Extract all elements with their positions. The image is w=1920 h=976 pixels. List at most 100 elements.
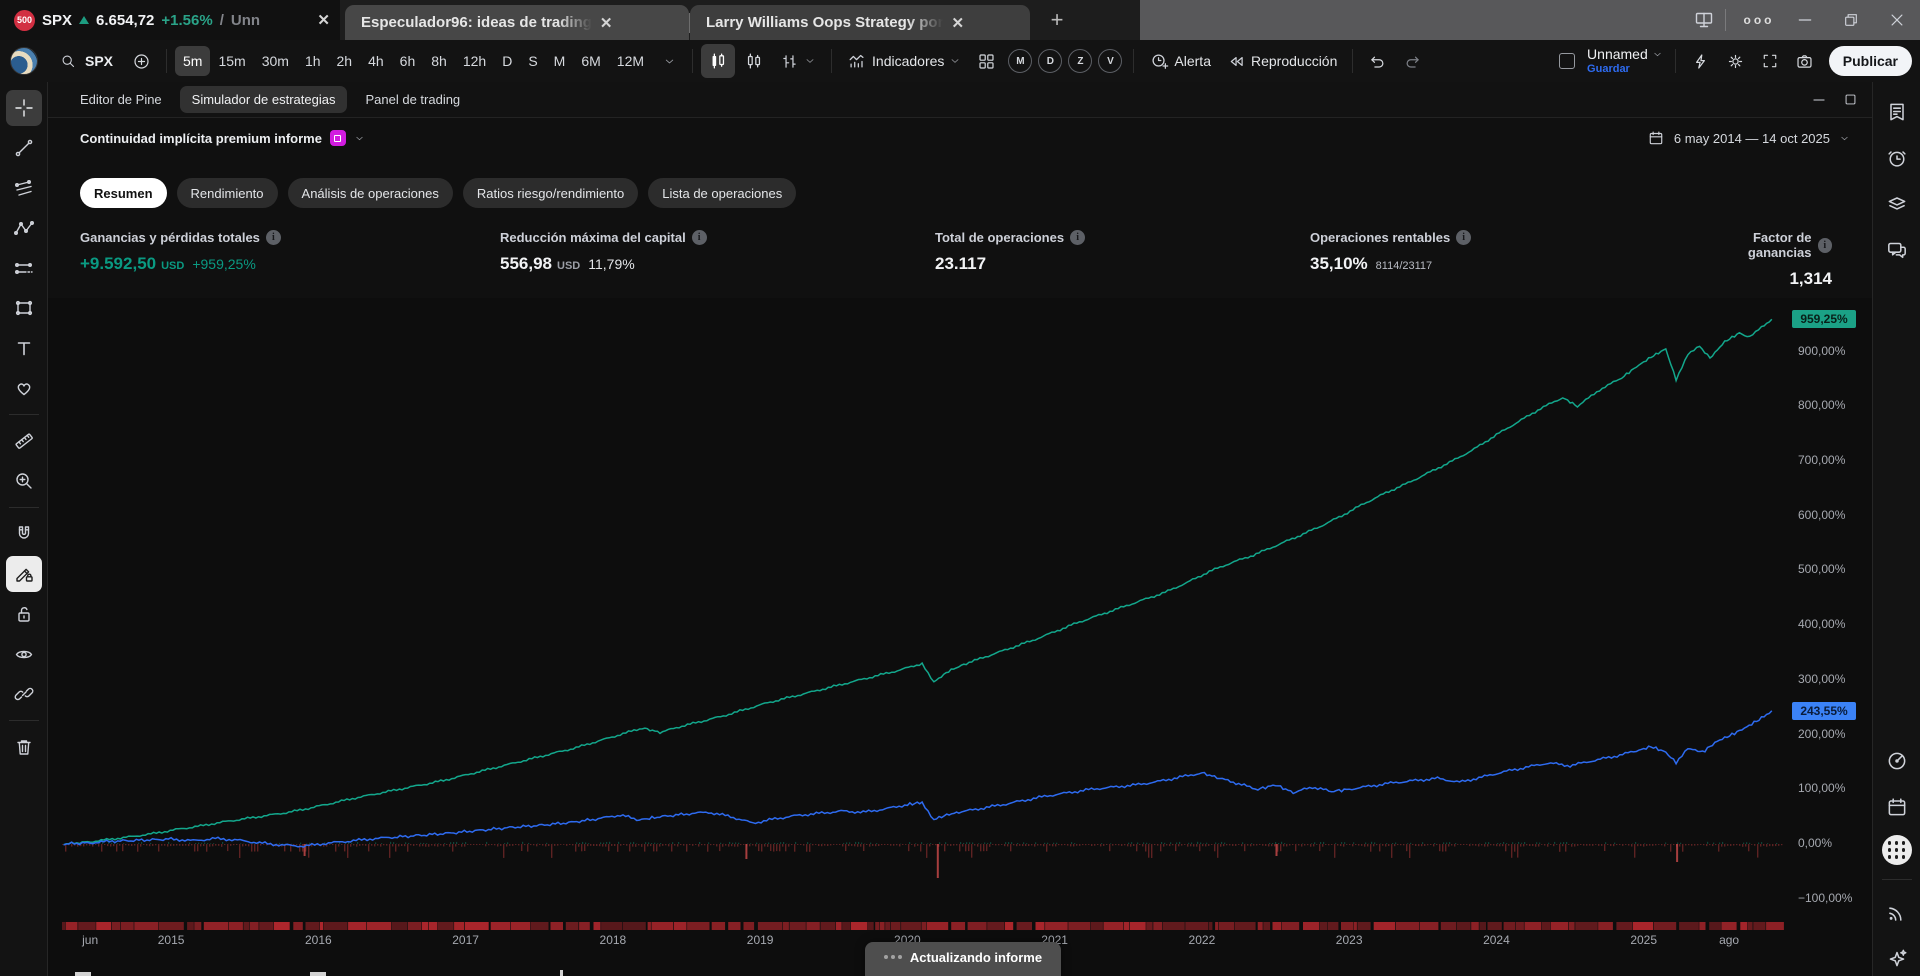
- crosshair-tool[interactable]: [6, 90, 42, 126]
- unlock-tool[interactable]: [6, 596, 42, 632]
- timeframe-D[interactable]: D: [494, 46, 520, 76]
- panel-tab-editor-de-pine[interactable]: Editor de Pine: [68, 86, 174, 113]
- text-tool-tool[interactable]: [6, 330, 42, 366]
- panel-maximize-icon[interactable]: [1843, 92, 1858, 107]
- timeframe-4h[interactable]: 4h: [360, 46, 392, 76]
- screen-share-icon[interactable]: [1693, 9, 1715, 31]
- macro-button-v[interactable]: V: [1098, 49, 1122, 73]
- indicators-button[interactable]: Indicadores: [840, 44, 968, 78]
- timeframe-12M[interactable]: 12M: [609, 46, 652, 76]
- layout-grid-button[interactable]: [970, 44, 1003, 78]
- timeframe-expand-chevron[interactable]: [654, 44, 684, 78]
- link-tool[interactable]: [6, 676, 42, 712]
- heart-tool[interactable]: [6, 370, 42, 406]
- timeframe-15m[interactable]: 15m: [210, 46, 253, 76]
- timeframe-M[interactable]: M: [546, 46, 574, 76]
- timeframe-12h[interactable]: 12h: [455, 46, 494, 76]
- close-tab-icon[interactable]: ✕: [317, 11, 330, 29]
- alarm-clock-button[interactable]: [1879, 140, 1915, 176]
- equity-chart[interactable]: 900,00%800,00%700,00%600,00%500,00%400,0…: [48, 298, 1872, 976]
- object-tree-button[interactable]: [1879, 186, 1915, 222]
- close-tab-icon[interactable]: ✕: [951, 14, 964, 32]
- panel-tab-simulador-de-estrategias[interactable]: Simulador de estrategias: [180, 86, 348, 113]
- symbol-tab[interactable]: 500 SPX 6.654,72 +1.56% / Unn ✕: [0, 0, 340, 40]
- x-axis-label: 2019: [747, 933, 774, 947]
- chart-type-bars-button[interactable]: [773, 44, 823, 78]
- ideas-target-button[interactable]: [1879, 743, 1915, 779]
- shapes-tool[interactable]: [6, 290, 42, 326]
- projection-tool[interactable]: [6, 250, 42, 286]
- ruler-tool[interactable]: [6, 423, 42, 459]
- new-tab-button[interactable]: +: [1040, 3, 1074, 37]
- alert-button[interactable]: Alerta: [1142, 44, 1218, 78]
- report-tab-resumen[interactable]: Resumen: [80, 178, 167, 208]
- trend-line-tool[interactable]: [6, 130, 42, 166]
- snapshot-camera-button[interactable]: [1788, 44, 1821, 78]
- undo-button[interactable]: [1361, 44, 1394, 78]
- timeframe-6h[interactable]: 6h: [392, 46, 424, 76]
- xabcd-pattern-tool[interactable]: [6, 210, 42, 246]
- browser-tab-larry[interactable]: Larry Williams Oops Strategy por ✕: [690, 5, 1030, 40]
- timeframe-S[interactable]: S: [520, 46, 545, 76]
- info-icon[interactable]: i: [692, 230, 707, 245]
- macro-button-d[interactable]: D: [1038, 49, 1062, 73]
- close-tab-icon[interactable]: ✕: [600, 14, 613, 32]
- magnet-tool[interactable]: [6, 516, 42, 552]
- info-icon[interactable]: i: [1818, 238, 1833, 253]
- compare-add-button[interactable]: [125, 44, 158, 78]
- replay-button[interactable]: Reproducción: [1220, 44, 1344, 78]
- macro-button-m[interactable]: M: [1008, 49, 1032, 73]
- publish-button[interactable]: Publicar: [1829, 46, 1912, 76]
- timeframe-5m[interactable]: 5m: [175, 46, 210, 76]
- draw-lock-tool[interactable]: [6, 556, 42, 592]
- econ-calendar-button[interactable]: [1879, 789, 1915, 825]
- chat-button[interactable]: [1879, 232, 1915, 268]
- news-signal-button[interactable]: [1879, 894, 1915, 930]
- parallel-channel-tool[interactable]: [6, 170, 42, 206]
- close-window-icon[interactable]: [1874, 0, 1920, 40]
- info-icon[interactable]: i: [1456, 230, 1471, 245]
- minimize-window-icon[interactable]: [1782, 0, 1828, 40]
- chart-type-hollow-button[interactable]: [737, 44, 771, 78]
- stat-value: +9.592,50USD+959,25%: [80, 254, 500, 274]
- main-toolbar: SPX 5m15m30m1h2h4h6h8h12hDSM6M12M Indica…: [0, 40, 1920, 82]
- chart-plot[interactable]: [48, 298, 1788, 914]
- panel-minimize-icon[interactable]: [1811, 92, 1827, 108]
- last-value-badge: 243,55%: [1792, 702, 1856, 720]
- window-menu-button[interactable]: ooo: [1736, 0, 1782, 40]
- report-tab-lista-de-operaciones[interactable]: Lista de operaciones: [648, 178, 796, 208]
- restore-window-icon[interactable]: [1828, 0, 1874, 40]
- save-link[interactable]: Guardar: [1587, 63, 1663, 75]
- timeframe-2h[interactable]: 2h: [329, 46, 361, 76]
- layout-checkbox[interactable]: [1559, 53, 1575, 69]
- panel-tab-panel-de-trading[interactable]: Panel de trading: [353, 86, 472, 113]
- strategy-title-widget[interactable]: Continuidad implícita premium informe: [80, 130, 365, 146]
- timeframe-30m[interactable]: 30m: [254, 46, 297, 76]
- macro-button-z[interactable]: Z: [1068, 49, 1092, 73]
- timeframe-6M[interactable]: 6M: [573, 46, 608, 76]
- chart-type-candles-button[interactable]: [701, 44, 735, 78]
- timeframe-1h[interactable]: 1h: [297, 46, 329, 76]
- browser-tab-especulador[interactable]: Especulador96: ideas de trading ✕: [345, 5, 689, 40]
- price-axis[interactable]: 900,00%800,00%700,00%600,00%500,00%400,0…: [1788, 298, 1872, 920]
- user-avatar[interactable]: [10, 47, 38, 75]
- eye-tool[interactable]: [6, 636, 42, 672]
- layout-name-widget[interactable]: Unnamed Guardar: [1587, 47, 1663, 74]
- report-tab-an-lisis-de-operaciones[interactable]: Análisis de operaciones: [288, 178, 453, 208]
- zoom-in-tool[interactable]: [6, 463, 42, 499]
- date-range-picker[interactable]: 6 may 2014 — 14 oct 2025: [1647, 129, 1850, 147]
- redo-button[interactable]: [1396, 44, 1429, 78]
- sparkle-button[interactable]: [1879, 940, 1915, 976]
- report-tab-ratios-riesgo-rendimiento[interactable]: Ratios riesgo/rendimiento: [463, 178, 638, 208]
- apps-grid-button[interactable]: [1882, 835, 1912, 865]
- info-icon[interactable]: i: [1070, 230, 1085, 245]
- report-tab-rendimiento[interactable]: Rendimiento: [177, 178, 278, 208]
- trash-tool[interactable]: [6, 729, 42, 765]
- watchlist-button[interactable]: [1879, 94, 1915, 130]
- settings-gear-button[interactable]: [1719, 44, 1752, 78]
- symbol-search[interactable]: SPX: [50, 44, 123, 78]
- quick-action-bolt-button[interactable]: [1684, 44, 1717, 78]
- timeframe-8h[interactable]: 8h: [423, 46, 455, 76]
- fullscreen-button[interactable]: [1754, 44, 1786, 78]
- info-icon[interactable]: i: [266, 230, 281, 245]
